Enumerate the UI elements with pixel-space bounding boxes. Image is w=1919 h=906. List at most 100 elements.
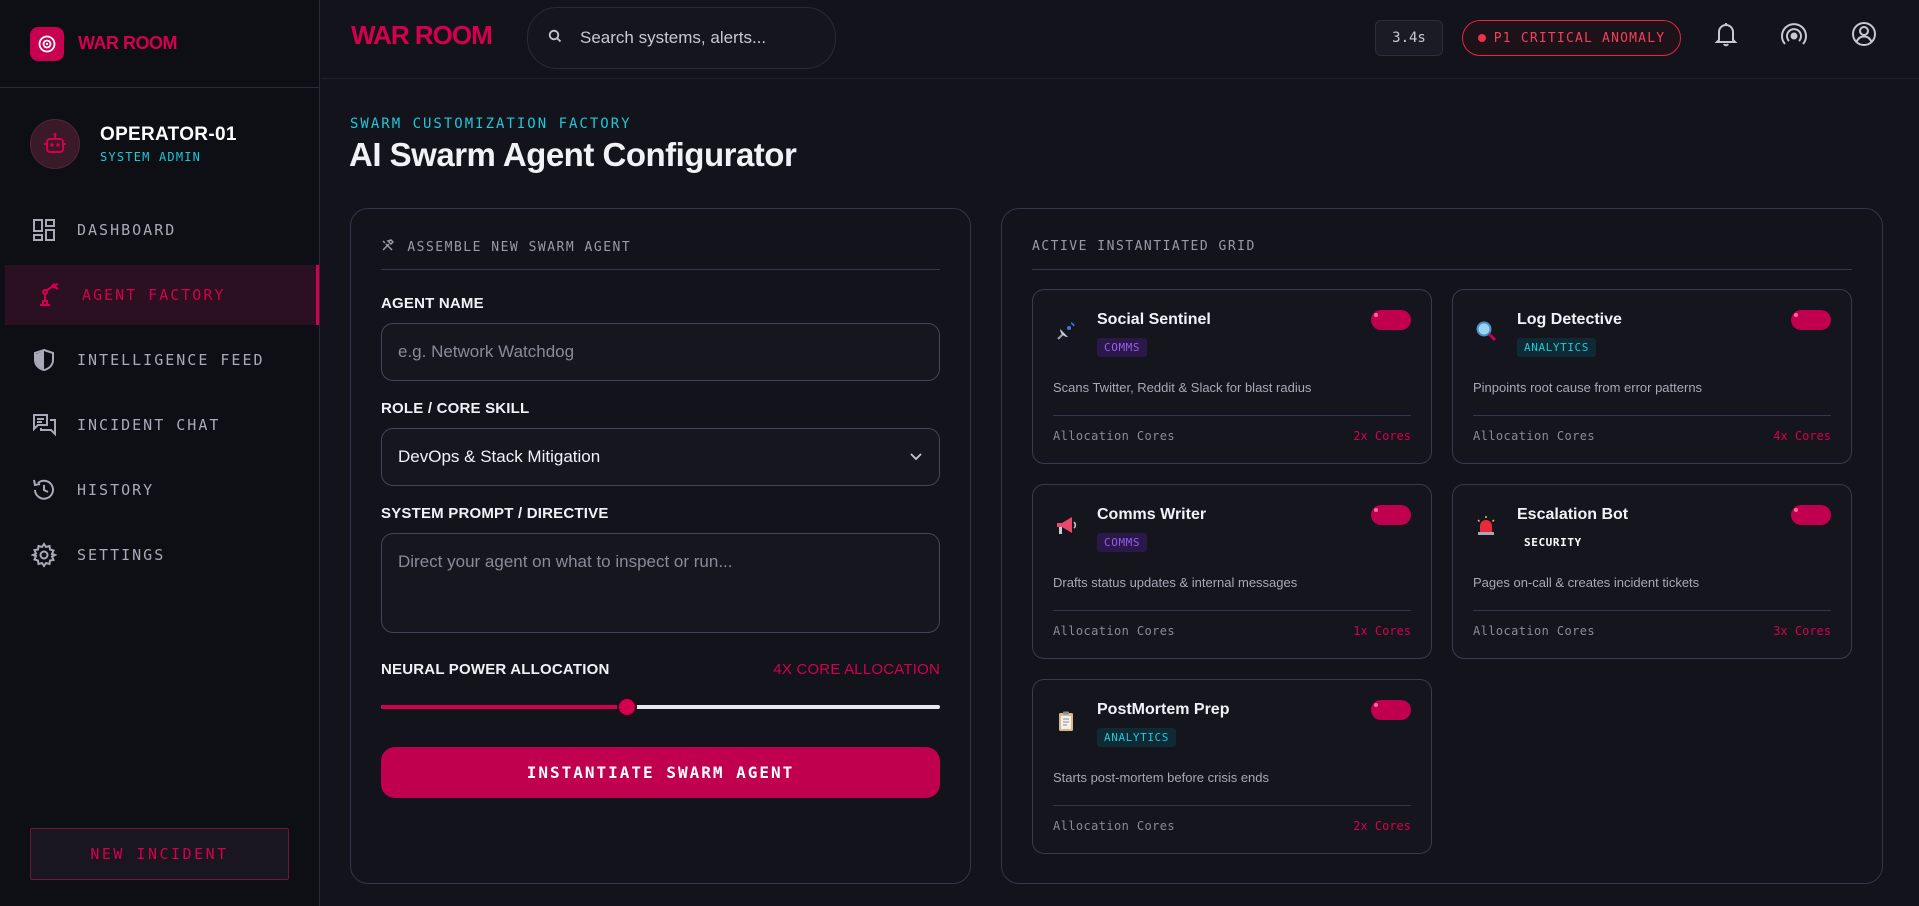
search-icon [548, 29, 562, 48]
latency-indicator: 3.4s [1375, 20, 1443, 56]
tools-icon [381, 239, 407, 255]
form-heading: ASSEMBLE NEW SWARM AGENT [381, 239, 631, 255]
agent-card-postmortem-prep[interactable]: PostMortem Prep ANALYTICS Starts post-mo… [1032, 679, 1432, 854]
agent-name-label: AGENT NAME [381, 295, 484, 312]
anomaly-label: P1 CRITICAL ANOMALY [1493, 30, 1666, 46]
allocation-label: Allocation Cores [1053, 624, 1175, 638]
agent-card-log-detective[interactable]: Log Detective ANALYTICS Pinpoints root c… [1452, 289, 1852, 464]
sidebar-item-incident-chat[interactable]: INCIDENT CHAT [5, 395, 314, 455]
active-grid-panel: ACTIVE INSTANTIATED GRID Social Sentinel… [1001, 208, 1883, 884]
page-title: AI Swarm Agent Configurator [349, 136, 797, 173]
bell-icon[interactable] [1711, 19, 1741, 49]
allocation-label: Allocation Cores [1053, 429, 1175, 443]
role-selected-value: DevOps & Stack Mitigation [398, 447, 601, 466]
divider [1032, 269, 1852, 270]
header-title: WAR ROOM [351, 20, 493, 50]
divider [1053, 610, 1411, 611]
robot-arm-icon [36, 282, 62, 308]
allocation-label: Allocation Cores [1473, 624, 1595, 638]
sidebar-item-label: INCIDENT CHAT [77, 416, 221, 434]
operator-profile: OPERATOR-01 SYSTEM ADMIN [0, 88, 319, 200]
agent-card-badge: SECURITY [1524, 536, 1582, 549]
agent-card-description: Pages on-call & creates incident tickets [1473, 575, 1700, 590]
prompt-textarea[interactable] [382, 534, 939, 632]
agent-card-name: Escalation Bot [1517, 506, 1629, 523]
agent-card-badge: COMMS [1097, 338, 1148, 357]
operator-role: SYSTEM ADMIN [100, 150, 202, 164]
agent-card-name: Log Detective [1517, 311, 1622, 328]
allocation-label: Allocation Cores [1473, 429, 1595, 443]
power-label: NEURAL POWER ALLOCATION [381, 661, 610, 678]
top-header: WAR ROOM 3.4s P1 CRITICAL ANOMALY [321, 0, 1919, 79]
magnifier-icon [1473, 318, 1499, 344]
agent-config-form: ASSEMBLE NEW SWARM AGENT AGENT NAME ROLE… [350, 208, 971, 884]
operator-name: OPERATOR-01 [100, 124, 237, 145]
brand[interactable]: WAR ROOM [0, 0, 319, 88]
satellite-icon [1053, 318, 1079, 344]
siren-icon [1473, 513, 1499, 539]
agent-card-description: Pinpoints root cause from error patterns [1473, 380, 1703, 395]
account-circle-icon[interactable] [1849, 19, 1879, 49]
agent-toggle[interactable] [1371, 700, 1411, 720]
agent-toggle[interactable] [1791, 310, 1831, 330]
agent-card-badge: ANALYTICS [1097, 728, 1177, 747]
history-icon [31, 477, 57, 503]
sidebar-item-intelligence-feed[interactable]: INTELLIGENCE FEED [5, 330, 314, 390]
role-label: ROLE / CORE SKILL [381, 400, 530, 417]
sidebar: WAR ROOM OPERATOR-01 SYSTEM ADMIN DASHBO… [0, 0, 320, 906]
allocation-value: 3x Cores [1773, 624, 1831, 638]
agent-toggle[interactable] [1371, 505, 1411, 525]
role-select[interactable]: DevOps & Stack Mitigation [381, 428, 940, 486]
sidebar-item-label: HISTORY [77, 481, 155, 499]
sidebar-item-dashboard[interactable]: DASHBOARD [5, 200, 314, 260]
agent-card-name: PostMortem Prep [1097, 701, 1230, 718]
sidebar-item-settings[interactable]: SETTINGS [5, 525, 314, 585]
agent-name-field-wrapper [381, 323, 940, 381]
sidebar-nav: DASHBOARD AGENT FACTORY INTELLIGENCE FEE… [0, 200, 319, 585]
agent-card-social-sentinel[interactable]: Social Sentinel COMMS Scans Twitter, Red… [1032, 289, 1432, 464]
allocation-value: 2x Cores [1353, 429, 1411, 443]
instantiate-agent-button[interactable]: INSTANTIATE SWARM AGENT [381, 747, 940, 798]
power-value-label: 4X CORE ALLOCATION [773, 661, 940, 678]
brand-name: WAR ROOM [78, 33, 178, 53]
search-bar[interactable] [527, 7, 836, 69]
agent-toggle[interactable] [1791, 505, 1831, 525]
sidebar-item-label: SETTINGS [77, 546, 166, 564]
power-slider[interactable] [381, 697, 940, 717]
form-heading-label: ASSEMBLE NEW SWARM AGENT [407, 240, 632, 255]
allocation-value: 4x Cores [1773, 429, 1831, 443]
page-eyebrow: SWARM CUSTOMIZATION FACTORY [350, 116, 632, 132]
allocation-label: Allocation Cores [1053, 819, 1175, 833]
agent-card-name: Social Sentinel [1097, 311, 1211, 328]
divider [1053, 805, 1411, 806]
prompt-label: SYSTEM PROMPT / DIRECTIVE [381, 505, 609, 522]
prompt-field-wrapper [381, 533, 940, 633]
allocation-value: 1x Cores [1353, 624, 1411, 638]
agent-card-description: Drafts status updates & internal message… [1053, 575, 1298, 590]
agent-card-badge: COMMS [1097, 533, 1148, 552]
anomaly-alert-badge[interactable]: P1 CRITICAL ANOMALY [1462, 20, 1681, 56]
slider-thumb[interactable] [616, 697, 637, 717]
chevron-down-icon [909, 449, 923, 468]
new-incident-button[interactable]: NEW INCIDENT [30, 828, 289, 880]
sidebar-item-agent-factory[interactable]: AGENT FACTORY [5, 265, 319, 325]
target-logo-icon [30, 26, 64, 61]
search-input[interactable] [580, 28, 810, 48]
clipboard-icon [1053, 708, 1079, 734]
agent-toggle[interactable] [1371, 310, 1411, 330]
robot-avatar-icon [30, 119, 80, 169]
agent-name-input[interactable] [382, 324, 939, 380]
agent-card-name: Comms Writer [1097, 506, 1207, 523]
shield-icon [31, 347, 57, 373]
dashboard-icon [31, 217, 57, 243]
megaphone-icon [1053, 513, 1079, 539]
agent-card-comms-writer[interactable]: Comms Writer COMMS Drafts status updates… [1032, 484, 1432, 659]
broadcast-icon[interactable] [1779, 19, 1809, 49]
sidebar-item-label: INTELLIGENCE FEED [77, 351, 265, 369]
sidebar-item-history[interactable]: HISTORY [5, 460, 314, 520]
allocation-value: 2x Cores [1353, 819, 1411, 833]
grid-heading: ACTIVE INSTANTIATED GRID [1032, 239, 1256, 254]
agent-card-escalation-bot[interactable]: Escalation Bot SECURITY Pages on-call & … [1452, 484, 1852, 659]
divider [1473, 610, 1831, 611]
divider [1053, 415, 1411, 416]
